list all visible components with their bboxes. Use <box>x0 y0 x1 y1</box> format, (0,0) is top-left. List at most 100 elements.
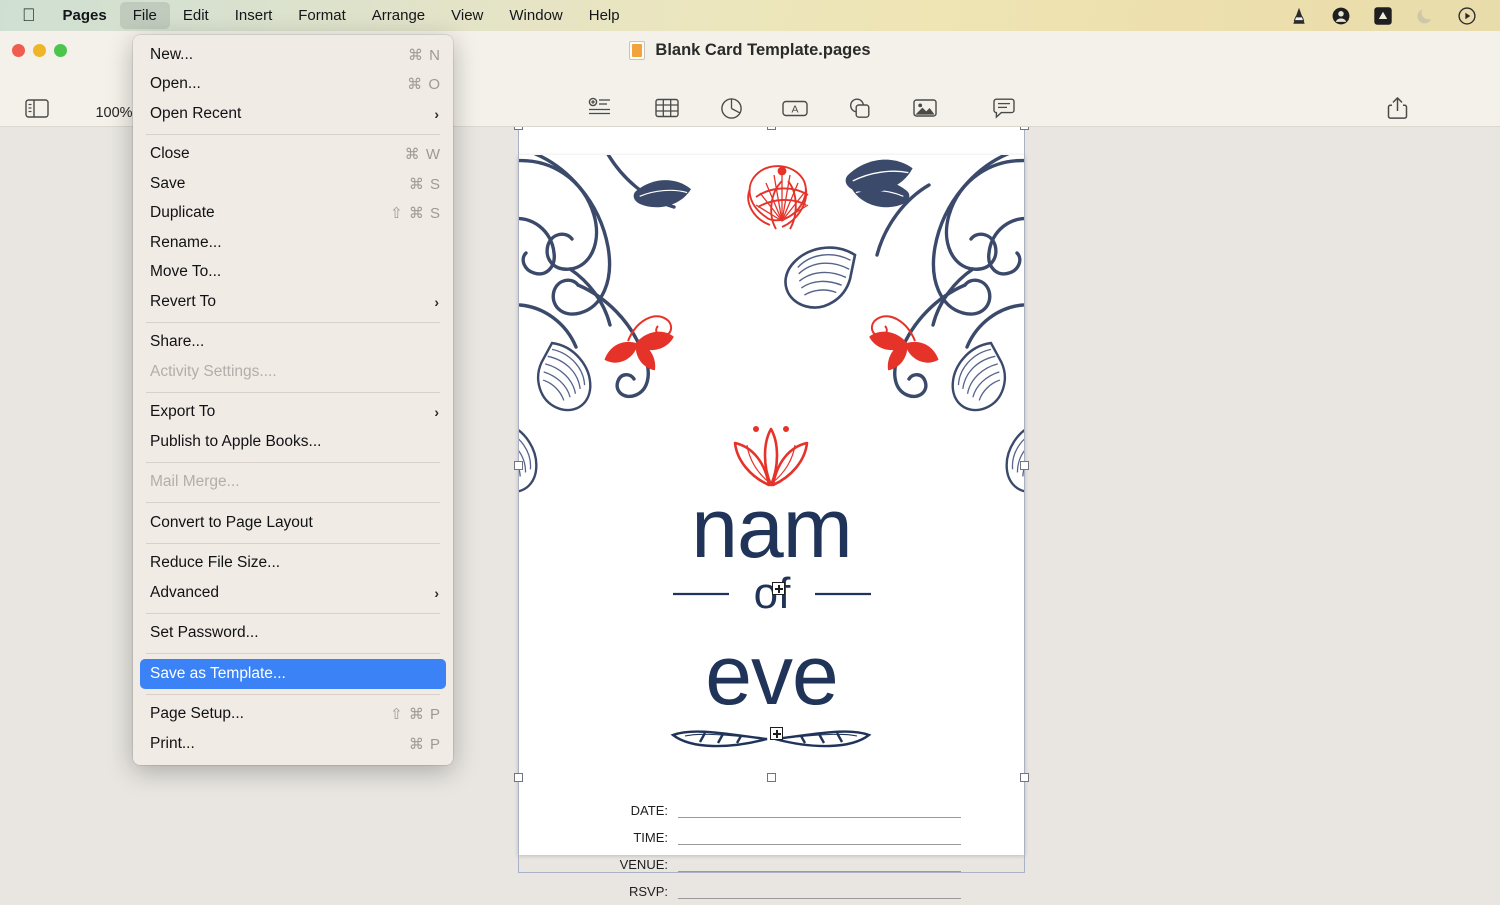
menu-item-activity-settings: Activity Settings.... <box>133 357 453 387</box>
menu-item-label: Move To... <box>150 263 222 281</box>
card-title-line-1[interactable]: nam <box>518 485 1025 571</box>
menu-window[interactable]: Window <box>496 2 575 29</box>
document-page[interactable]: nam of eve DATE: TIME: <box>518 155 1025 899</box>
apple-menu-icon[interactable]:  <box>0 6 50 24</box>
menu-item-label: Save <box>150 174 186 192</box>
menu-item-publish-to-apple-books[interactable]: Publish to Apple Books... <box>133 427 453 457</box>
menu-item-label: Open... <box>150 75 201 93</box>
venue-field-label: VENUE: <box>619 857 668 872</box>
pages-document-icon <box>629 41 646 60</box>
menu-item-label: Open Recent <box>150 104 242 122</box>
menu-item-close[interactable]: Close ⌘ W <box>133 140 453 170</box>
shape-icon <box>848 95 871 121</box>
menu-arrange[interactable]: Arrange <box>359 2 438 29</box>
menu-item-label: Export To <box>150 403 216 421</box>
menu-item-label: New... <box>150 45 194 63</box>
menu-item-shortcut: ⇧ ⌘ P <box>390 706 441 724</box>
menu-item-open[interactable]: Open... ⌘ O <box>133 70 453 100</box>
form-row-rsvp[interactable]: RSVP: <box>518 872 1025 899</box>
menu-item-advanced[interactable]: Advanced › <box>133 578 453 608</box>
vlc-cone-icon[interactable] <box>1288 5 1310 27</box>
comment-icon <box>992 95 1016 121</box>
menu-separator <box>146 542 440 544</box>
card-title-line-3[interactable]: eve <box>518 632 1025 718</box>
share-upload-icon <box>1387 95 1408 121</box>
menu-item-shortcut: ⇧ ⌘ S <box>390 205 441 223</box>
selection-handle-middle-right[interactable] <box>1020 461 1029 470</box>
selection-handle-top-center[interactable] <box>767 127 776 130</box>
menu-item-shortcut: ⌘ N <box>408 46 441 64</box>
menu-help[interactable]: Help <box>576 2 633 29</box>
menu-item-label: Advanced <box>150 583 219 601</box>
menu-item-share[interactable]: Share... <box>133 328 453 358</box>
page-top-strip <box>518 127 1025 155</box>
menu-item-save[interactable]: Save ⌘ S <box>133 169 453 199</box>
file-menu-dropdown[interactable]: New... ⌘ N Open... ⌘ O Open Recent › Close ⌘ W S… <box>133 35 453 765</box>
menu-item-convert-to-page-layout[interactable]: Convert to Page Layout <box>133 508 453 538</box>
menubar-status-area <box>1288 5 1500 27</box>
user-account-icon[interactable] <box>1330 5 1352 27</box>
menu-separator <box>146 133 440 135</box>
menu-item-export-to[interactable]: Export To › <box>133 398 453 428</box>
object-anchor-marker-top[interactable] <box>772 582 785 595</box>
dropbox-icon[interactable] <box>1372 5 1394 27</box>
rsvp-field-line[interactable] <box>678 898 961 899</box>
menu-item-new[interactable]: New... ⌘ N <box>133 40 453 70</box>
menu-item-label: Convert to Page Layout <box>150 513 313 531</box>
menu-separator <box>146 321 440 323</box>
selection-handle-bottom-right[interactable] <box>1020 773 1029 782</box>
chevron-right-icon: › <box>434 105 439 122</box>
menu-item-shortcut: ⌘ S <box>408 175 441 193</box>
menu-item-label: Print... <box>150 734 195 752</box>
quicktime-play-icon[interactable] <box>1456 5 1478 27</box>
menu-item-rename[interactable]: Rename... <box>133 228 453 258</box>
menu-item-mail-merge: Mail Merge... <box>133 468 453 498</box>
date-field-label: DATE: <box>630 803 668 818</box>
card-form-fields: DATE: TIME: VENUE: RSVP: <box>518 791 1025 899</box>
form-row-date[interactable]: DATE: <box>518 791 1025 818</box>
selection-handle-middle-left[interactable] <box>514 461 523 470</box>
menu-file[interactable]: File <box>119 2 170 29</box>
chevron-right-icon: › <box>434 584 439 601</box>
menu-item-set-password[interactable]: Set Password... <box>133 619 453 649</box>
menu-insert[interactable]: Insert <box>222 2 286 29</box>
menu-separator <box>146 693 440 695</box>
menu-format[interactable]: Format <box>285 2 359 29</box>
menu-item-label: Revert To <box>150 292 217 310</box>
selection-handle-bottom-left[interactable] <box>514 773 523 782</box>
menu-item-label: Duplicate <box>150 204 215 222</box>
document-title-text[interactable]: Blank Card Template.pages <box>655 41 870 60</box>
menu-item-open-recent[interactable]: Open Recent › <box>133 99 453 129</box>
menu-pages[interactable]: Pages <box>50 2 120 29</box>
menu-item-label: Set Password... <box>150 624 259 642</box>
zoom-value: 100% <box>95 105 133 121</box>
media-icon <box>913 95 937 121</box>
menu-item-print[interactable]: Print... ⌘ P <box>133 729 453 759</box>
menu-item-label: Publish to Apple Books... <box>150 432 322 450</box>
form-row-venue[interactable]: VENUE: <box>518 845 1025 872</box>
menu-item-label: Reduce File Size... <box>150 554 281 572</box>
selection-handle-top-left[interactable] <box>514 127 523 130</box>
chevron-right-icon: › <box>434 293 439 310</box>
menu-edit[interactable]: Edit <box>170 2 222 29</box>
card-title-line-2[interactable]: of <box>518 569 1025 627</box>
menu-separator <box>146 502 440 503</box>
menu-separator <box>146 461 440 463</box>
menu-item-move-to[interactable]: Move To... <box>133 258 453 288</box>
menu-item-save-as-template[interactable]: Save as Template... <box>140 659 446 689</box>
menu-separator <box>146 391 440 393</box>
chevron-right-icon: › <box>434 404 439 421</box>
selection-handle-bottom-center[interactable] <box>767 773 776 782</box>
selection-handle-top-right[interactable] <box>1020 127 1029 130</box>
menu-item-revert-to[interactable]: Revert To › <box>133 287 453 317</box>
menu-item-reduce-file-size[interactable]: Reduce File Size... <box>133 549 453 579</box>
text-icon: A <box>782 95 808 121</box>
menu-bar:  Pages File Edit Insert Format Arrange … <box>0 0 1500 31</box>
menu-view[interactable]: View <box>438 2 496 29</box>
chart-icon <box>720 95 743 121</box>
menu-item-duplicate[interactable]: Duplicate ⇧ ⌘ S <box>133 199 453 229</box>
moon-icon[interactable] <box>1414 5 1436 27</box>
object-anchor-marker-bottom[interactable] <box>770 727 783 740</box>
menu-item-page-setup[interactable]: Page Setup... ⇧ ⌘ P <box>133 700 453 730</box>
form-row-time[interactable]: TIME: <box>518 818 1025 845</box>
